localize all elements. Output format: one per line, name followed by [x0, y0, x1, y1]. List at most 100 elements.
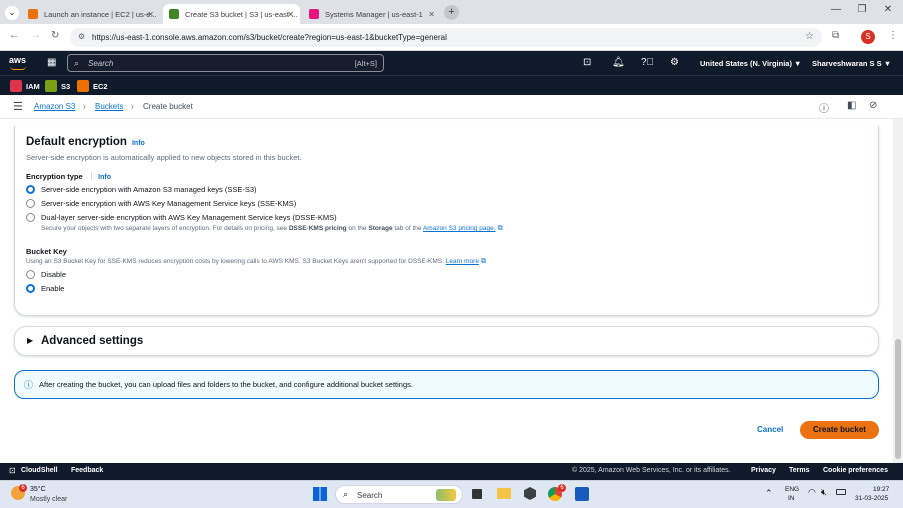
tab-list-button[interactable]: ⌄ — [5, 6, 19, 20]
bookmark-star-icon[interactable]: ☆ — [805, 31, 814, 42]
extensions-icon[interactable]: ⧉ — [832, 30, 839, 41]
tab-systems-manager[interactable]: Systems Manager | us-east-1 ✕ — [303, 4, 441, 24]
radio-unselected-icon — [26, 213, 35, 222]
tab-launch-instance[interactable]: Launch an instance | EC2 | us-e... ✕ — [22, 4, 160, 24]
cloudshell-footer-icon[interactable]: ⊡ — [9, 466, 16, 475]
info-link[interactable]: Info — [132, 140, 145, 147]
close-tab-icon[interactable]: ✕ — [428, 10, 435, 19]
back-icon[interactable]: ← — [9, 30, 19, 41]
s3-favicon-icon — [169, 9, 179, 19]
cloudshell-icon[interactable]: ⊡ — [583, 57, 591, 68]
file-explorer-icon[interactable] — [497, 488, 511, 499]
ec2-service-icon — [77, 80, 89, 92]
privacy-link[interactable]: Privacy — [751, 467, 776, 474]
lang-line-1[interactable]: ENG — [785, 486, 799, 493]
task-view-icon[interactable] — [472, 489, 482, 499]
radio-bucket-key-enable[interactable]: Enable — [26, 284, 64, 293]
favorites-bar: IAM S3 EC2 — [0, 75, 903, 95]
word-icon[interactable] — [575, 487, 589, 501]
forward-icon[interactable]: → — [31, 30, 41, 41]
radio-sse-s3[interactable]: Server-side encryption with Amazon S3 ma… — [26, 185, 257, 194]
history-icon[interactable]: ⊘ — [869, 100, 877, 111]
minimize-icon[interactable]: — — [826, 4, 846, 15]
external-link-icon: ⧉ — [480, 258, 486, 265]
terms-link[interactable]: Terms — [789, 467, 810, 474]
advanced-settings-panel[interactable]: ▶ Advanced settings — [14, 326, 879, 356]
aws-top-nav: aws ▦ ⌕ Search [Alt+S] ⊡ 🔔︎ ?⃝ ⚙ United … — [0, 51, 903, 75]
systems-manager-favicon-icon — [309, 9, 319, 19]
bucket-key-label: Bucket Key — [26, 247, 67, 256]
breadcrumb-amazon-s3[interactable]: Amazon S3 — [34, 102, 75, 111]
info-circle-icon: ⓘ — [24, 380, 34, 390]
search-shortcut: [Alt+S] — [354, 59, 377, 68]
alert-text: After creating the bucket, you can uploa… — [39, 380, 413, 389]
encryption-type-label: Encryption type — [26, 172, 83, 181]
page-scrollbar[interactable] — [893, 119, 903, 463]
info-link[interactable]: Info — [98, 174, 111, 181]
feedback-link[interactable]: Feedback — [71, 467, 103, 474]
battery-icon[interactable] — [836, 489, 846, 495]
clock-date[interactable]: 31-03-2025 — [855, 495, 888, 502]
radio-unselected-icon — [26, 199, 35, 208]
dsse-note: Secure your objects with two separate la… — [41, 225, 503, 232]
volume-icon[interactable]: 🔇︎ — [821, 487, 827, 498]
expand-caret-icon: ▶ — [27, 336, 34, 345]
region-selector[interactable]: United States (N. Virginia) ▼ — [700, 59, 801, 68]
wifi-icon[interactable]: ◠ — [808, 487, 816, 498]
split-panel-icon[interactable]: ◧ — [847, 100, 856, 111]
close-tab-icon[interactable]: ✕ — [147, 10, 154, 19]
s3-service-icon — [45, 80, 57, 92]
cookie-preferences-link[interactable]: Cookie preferences — [823, 467, 888, 474]
search-placeholder: Search — [88, 59, 114, 68]
menu-icon[interactable]: ⋮ — [888, 30, 898, 41]
account-menu[interactable]: Sharveshwaran S S ▼ — [812, 59, 891, 68]
create-bucket-button[interactable]: Create bucket — [800, 421, 879, 439]
search-icon: ⌕ — [74, 58, 80, 68]
lang-line-2[interactable]: IN — [788, 495, 795, 502]
app-icon[interactable] — [524, 487, 536, 500]
close-window-icon[interactable]: ✕ — [878, 4, 898, 15]
info-alert: ⓘ After creating the bucket, you can upl… — [14, 370, 879, 399]
side-nav-menu-icon[interactable]: ☰ — [13, 100, 23, 113]
aws-footer: ⊡ CloudShell Feedback © 2025, Amazon Web… — [0, 463, 903, 480]
favorite-iam[interactable]: IAM — [10, 80, 40, 92]
favorite-ec2[interactable]: EC2 — [77, 80, 108, 92]
radio-dsse-kms[interactable]: Dual-layer server-side encryption with A… — [26, 213, 337, 222]
address-bar[interactable]: ⚙ https://us-east-1.console.aws.amazon.c… — [70, 28, 822, 47]
breadcrumb-buckets[interactable]: Buckets — [95, 102, 123, 111]
chevron-right-icon: › — [83, 102, 86, 111]
iam-service-icon — [10, 80, 22, 92]
info-panel-icon[interactable]: ⓘ — [819, 100, 829, 115]
favorite-s3[interactable]: S3 — [45, 80, 70, 92]
help-icon[interactable]: ?⃝ — [641, 57, 654, 68]
s3-pricing-link[interactable]: Amazon S3 pricing page. — [423, 225, 496, 232]
radio-bucket-key-disable[interactable]: Disable — [26, 270, 66, 279]
tab-title: Create S3 bucket | S3 | us-east-... — [185, 9, 298, 19]
new-tab-button[interactable]: + — [444, 5, 459, 20]
search-input[interactable]: ⌕ Search [Alt+S] — [67, 54, 384, 72]
browser-tab-strip: ⌄ Launch an instance | EC2 | us-e... ✕ C… — [0, 0, 903, 24]
tab-create-s3-bucket[interactable]: Create S3 bucket | S3 | us-east-... ✕ — [163, 4, 300, 24]
restore-icon[interactable]: ❐ — [852, 4, 872, 15]
reload-icon[interactable]: ↻ — [51, 30, 59, 41]
learn-more-link[interactable]: Learn more — [446, 258, 479, 265]
notifications-bell-icon[interactable]: 🔔︎ — [612, 57, 625, 68]
weather-widget[interactable]: 6 35°C Mostly clear — [9, 484, 79, 506]
close-tab-icon[interactable]: ✕ — [287, 10, 294, 19]
taskbar-search[interactable]: ⌕ Search — [335, 485, 463, 504]
profile-avatar[interactable]: S — [861, 30, 875, 44]
scrollbar-thumb[interactable] — [895, 339, 901, 459]
clock-time[interactable]: 19:27 — [873, 486, 889, 493]
browser-toolbar: ← → ↻ ⚙ https://us-east-1.console.aws.am… — [0, 24, 903, 51]
settings-gear-icon[interactable]: ⚙ — [670, 57, 679, 68]
radio-sse-kms[interactable]: Server-side encryption with AWS Key Mana… — [26, 199, 296, 208]
windows-start-icon[interactable] — [313, 487, 327, 501]
cancel-button[interactable]: Cancel — [757, 425, 783, 434]
aws-logo[interactable]: aws — [9, 55, 26, 70]
default-encryption-header: Default encryption Info — [26, 136, 145, 148]
site-info-icon[interactable]: ⚙ — [78, 32, 85, 41]
cloudshell-link[interactable]: CloudShell — [21, 467, 58, 474]
taskbar-search-text: Search — [357, 491, 383, 500]
tray-chevron-icon[interactable]: ⌃ — [765, 488, 773, 499]
services-grid-icon[interactable]: ▦ — [47, 57, 56, 68]
